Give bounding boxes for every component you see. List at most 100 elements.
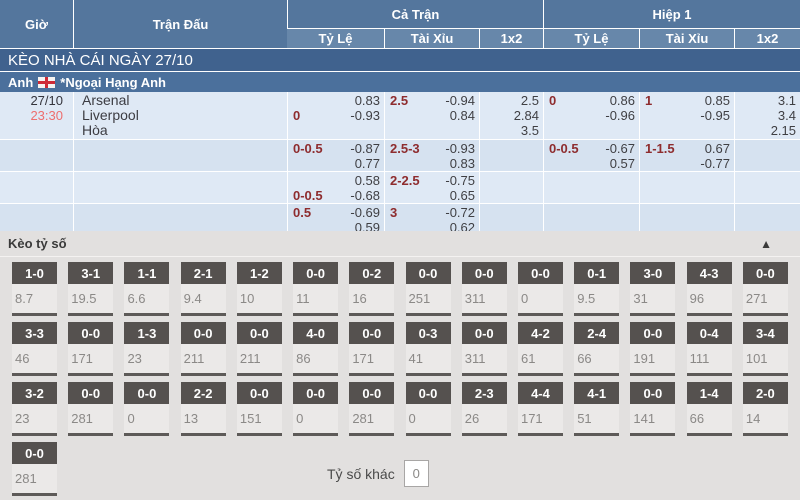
score-odds-value: 16 [349,284,394,313]
score-label: 3-1 [68,262,113,284]
score-odds-cell[interactable]: 0-0251 [406,262,451,316]
score-odds-cell[interactable]: 0-19.5 [574,262,619,316]
score-odds-cell[interactable]: 0-0281 [349,382,394,436]
score-odds-cell[interactable]: 0-0151 [237,382,282,436]
odds-line: 2-2.5-0.75 [385,173,479,188]
odds-value: 0.57 [610,156,635,171]
score-odds-cell[interactable]: 1-08.7 [12,262,57,316]
score-odds-cell[interactable]: 0-0141 [630,382,675,436]
odds-cell[interactable]: 3-0.720.62 [384,204,479,231]
odds-value: 0.86 [610,93,635,108]
odds-cell [734,172,800,203]
score-odds-cell[interactable]: 0-011 [293,262,338,316]
score-odds-cell[interactable]: 0-0211 [181,322,226,376]
odds-row: 0.580-0.5-0.682-2.5-0.750.65 [0,171,800,203]
score-odds-cell[interactable]: 1-16.6 [124,262,169,316]
score-odds-cell[interactable]: 0-0211 [237,322,282,376]
odds-cell[interactable]: 1-1.50.67-0.77 [639,140,734,171]
score-odds-cell[interactable]: 3-223 [12,382,57,436]
score-odds-value: 171 [518,404,563,433]
score-odds-cell[interactable]: 0-0281 [68,382,113,436]
score-odds-cell[interactable]: 4-261 [518,322,563,376]
odds-value: -0.95 [700,108,730,123]
score-odds-cell[interactable]: 1-210 [237,262,282,316]
score-odds-value: 0 [518,284,563,313]
score-odds-cell[interactable]: 0-4111 [687,322,732,376]
odds-cell[interactable]: 3.13.42.15 [734,92,800,139]
score-odds-cell[interactable]: 2-326 [462,382,507,436]
odds-line: 0.62 [385,220,479,231]
score-odds-cell[interactable]: 4-151 [574,382,619,436]
score-odds-cell[interactable]: 0-0191 [630,322,675,376]
score-odds-cell[interactable]: 4-4171 [518,382,563,436]
odds-value: 0.65 [450,188,475,203]
score-label: 1-2 [237,262,282,284]
score-odds-cell[interactable]: 2-466 [574,322,619,376]
score-odds-cell[interactable]: 1-466 [687,382,732,436]
odds-cell[interactable]: 2-2.5-0.750.65 [384,172,479,203]
handicap-value: 0-0.5 [293,188,323,203]
odds-cell[interactable]: 2.5-3-0.930.83 [384,140,479,171]
odds-line: 0.57 [544,156,639,171]
odds-cell[interactable]: 0-0.5-0.870.77 [287,140,384,171]
score-label: 4-4 [518,382,563,404]
page-title: KÈO NHÀ CÁI NGÀY 27/10 [8,52,193,69]
score-odds-cell[interactable]: 0-00 [406,382,451,436]
other-score-input[interactable] [404,460,429,487]
score-odds-cell[interactable]: 0-00 [293,382,338,436]
score-odds-cell[interactable]: 2-213 [181,382,226,436]
score-label: 0-0 [406,262,451,284]
odds-line: 2.15 [735,123,800,138]
odds-cell[interactable]: 0.580-0.5-0.68 [287,172,384,203]
score-label: 0-0 [518,262,563,284]
score-odds-cell[interactable]: 0-0171 [349,322,394,376]
score-odds-cell[interactable]: 0-0311 [462,322,507,376]
odds-cell[interactable]: 0.5-0.690.59 [287,204,384,231]
score-odds-value: 66 [574,344,619,373]
score-row: 1-08.73-119.51-16.6 2-19.41-2100-0110-216… [0,262,800,316]
odds-cell[interactable]: 10.85-0.95 [639,92,734,139]
odds-cell[interactable]: 0.830-0.93 [287,92,384,139]
score-odds-cell[interactable]: 0-0311 [462,262,507,316]
score-label: 3-4 [743,322,788,344]
odds-value: 0.67 [705,141,730,156]
score-odds-cell[interactable]: 0-0171 [68,322,113,376]
score-odds-cell[interactable]: 3-4101 [743,322,788,376]
score-odds-cell[interactable]: 3-031 [630,262,675,316]
score-odds-cell[interactable]: 0-0271 [743,262,788,316]
handicap-value: 2.5 [390,93,408,108]
score-odds-value: 31 [630,284,675,313]
score-label: 1-0 [12,262,57,284]
odds-cell[interactable]: 2.5-0.940.84 [384,92,479,139]
score-label: 2-3 [462,382,507,404]
column-header-firsthalf: Hiệp 1 [543,0,800,28]
score-odds-cell[interactable]: 0-341 [406,322,451,376]
odds-cell[interactable]: 0-0.5-0.670.57 [543,140,639,171]
score-section-header[interactable]: Kèo tỷ số ▲ [0,231,800,257]
column-header-overunder-ft: Tài Xỉu [384,28,479,48]
odds-cell[interactable]: 2.52.843.5 [479,92,543,139]
odds-value: 2.15 [771,123,796,138]
score-odds-cell[interactable]: 0-216 [349,262,394,316]
score-odds-cell[interactable]: 3-346 [12,322,57,376]
score-section-title: Kèo tỷ số [8,236,67,251]
column-header-overunder-h1: Tài Xỉu [639,28,734,48]
score-odds-cell[interactable]: 2-19.4 [181,262,226,316]
score-label: 0-0 [237,322,282,344]
score-odds-cell[interactable]: 3-119.5 [68,262,113,316]
league-header-bar[interactable]: Anh *Ngoại Hạng Anh [0,71,800,92]
collapse-arrow-icon[interactable]: ▲ [760,237,772,251]
score-odds-cell[interactable]: 0-00 [518,262,563,316]
score-odds-value: 0 [293,404,338,433]
score-odds-value: 281 [68,404,113,433]
odds-cell[interactable]: 00.86-0.96 [543,92,639,139]
odds-value: -0.93 [445,141,475,156]
score-odds-cell[interactable]: 0-00 [124,382,169,436]
odds-value: -0.67 [605,141,635,156]
score-odds-cell[interactable]: 2-014 [743,382,788,436]
score-odds-cell[interactable]: 1-323 [124,322,169,376]
score-odds-cell[interactable]: 4-396 [687,262,732,316]
score-odds-cell[interactable]: 4-086 [293,322,338,376]
odds-value: 2.5 [521,93,539,108]
score-odds-cell[interactable]: 0-0281 [12,442,57,496]
